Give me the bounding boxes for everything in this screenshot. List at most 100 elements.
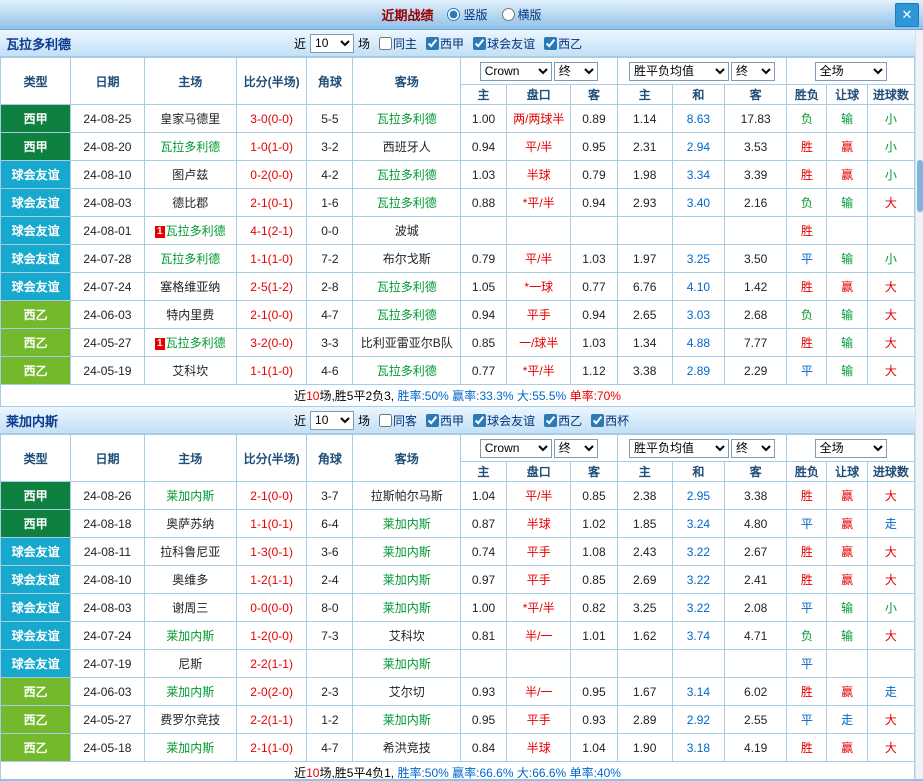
close-button[interactable]: ✕ bbox=[895, 3, 919, 27]
fullmatch-select[interactable]: 全场 bbox=[814, 438, 887, 458]
handicap: 半球 bbox=[506, 160, 572, 189]
avg-away: 2.68 bbox=[724, 300, 788, 329]
away-odds: 0.95 bbox=[570, 132, 618, 161]
league-filter-checkbox[interactable] bbox=[544, 36, 558, 50]
result: 平 bbox=[786, 705, 828, 734]
odds-company-select[interactable]: Crown bbox=[479, 61, 552, 81]
avg-header: 胜平负均值终 bbox=[616, 434, 788, 462]
avg-home: 2.69 bbox=[616, 565, 673, 594]
column-header: 主场 bbox=[143, 57, 238, 105]
goals-result: 大 bbox=[866, 356, 916, 385]
summary-part: 赢率:33.3% bbox=[448, 389, 514, 403]
venue-filter[interactable]: 同主 bbox=[379, 35, 417, 52]
goals-result: 大 bbox=[866, 621, 916, 650]
corners: 4-6 bbox=[306, 356, 354, 385]
home-team: 1 瓦拉多利德 bbox=[143, 216, 238, 245]
handicap-result: 输 bbox=[826, 593, 868, 622]
venue-filter-checkbox[interactable] bbox=[379, 413, 393, 427]
home-odds: 0.85 bbox=[459, 328, 508, 357]
match-date: 24-08-03 bbox=[70, 593, 145, 622]
summary-text: 近10场,胜5平2负3, 胜率:50% 赢率:33.3% 大:55.5% 单率:… bbox=[0, 384, 915, 407]
match-count-select[interactable]: 10 bbox=[310, 410, 355, 430]
league-badge: 西乙 bbox=[0, 356, 72, 385]
league-badge: 西乙 bbox=[0, 300, 72, 329]
odds-company-select[interactable]: Crown bbox=[479, 438, 552, 458]
league-filter[interactable]: 西杯 bbox=[591, 412, 629, 429]
avg-final-select[interactable]: 终 bbox=[730, 438, 775, 458]
avg-select[interactable]: 胜平负均值 bbox=[628, 438, 729, 458]
score: 0-0(0-0) bbox=[235, 593, 308, 622]
match-date: 24-08-20 bbox=[70, 132, 145, 161]
layout-radio-vertical[interactable]: 竖版 bbox=[447, 6, 488, 23]
sub-header: 盘口 bbox=[506, 84, 572, 105]
league-filter[interactable]: 西乙 bbox=[544, 412, 582, 429]
league-filter-checkbox[interactable] bbox=[426, 36, 440, 50]
scrollbar-track[interactable] bbox=[915, 30, 923, 781]
fullmatch-select[interactable]: 全场 bbox=[814, 61, 887, 81]
away-odds: 1.03 bbox=[570, 244, 618, 273]
league-badge: 球会友谊 bbox=[0, 188, 72, 217]
match-count-select[interactable]: 10 bbox=[310, 33, 355, 53]
score: 1-0(1-0) bbox=[235, 132, 308, 161]
summary-part: 单率:40% bbox=[566, 766, 621, 780]
handicap: *平/半 bbox=[506, 356, 572, 385]
odds-company-header: Crown 终 bbox=[459, 434, 618, 462]
corners: 0-0 bbox=[306, 216, 354, 245]
home-odds: 1.04 bbox=[459, 481, 508, 510]
corners: 6-4 bbox=[306, 509, 354, 538]
league-filter[interactable]: 球会友谊 bbox=[473, 412, 535, 429]
sub-header: 主 bbox=[616, 461, 673, 482]
goals-result: 小 bbox=[866, 244, 916, 273]
league-filter-checkbox[interactable] bbox=[591, 413, 605, 427]
league-filter-checkbox[interactable] bbox=[426, 413, 440, 427]
scrollbar-thumb[interactable] bbox=[917, 160, 923, 212]
corners bbox=[306, 649, 354, 678]
section-header-bar: 瓦拉多利德 近 10 场 同主 西甲 球会友谊 西乙 bbox=[0, 30, 915, 57]
league-badge: 球会友谊 bbox=[0, 565, 72, 594]
goals-result: 小 bbox=[866, 160, 916, 189]
handicap: 一/球半 bbox=[506, 328, 572, 357]
odds-final-select[interactable]: 终 bbox=[553, 438, 598, 458]
handicap: 平手 bbox=[506, 300, 572, 329]
avg-final-select[interactable]: 终 bbox=[730, 61, 775, 81]
corners: 3-6 bbox=[306, 537, 354, 566]
league-filter-checkbox[interactable] bbox=[473, 36, 487, 50]
result: 胜 bbox=[786, 160, 828, 189]
header-row-top: 类型 日期 主场 比分(半场) 角球 客场 Crown 终胜平负均值终全场 bbox=[0, 57, 915, 105]
avg-draw: 4.10 bbox=[671, 272, 726, 301]
avg-select[interactable]: 胜平负均值 bbox=[628, 61, 729, 81]
league-filter[interactable]: 西甲 bbox=[426, 412, 464, 429]
vertical-radio-input[interactable] bbox=[447, 8, 461, 21]
score: 2-1(0-1) bbox=[235, 188, 308, 217]
sub-header: 客 bbox=[724, 461, 788, 482]
avg-away: 4.71 bbox=[724, 621, 788, 650]
venue-filter-checkbox[interactable] bbox=[379, 36, 393, 50]
avg-draw: 2.95 bbox=[671, 481, 726, 510]
horizontal-radio-input[interactable] bbox=[501, 8, 515, 21]
column-header: 角球 bbox=[306, 434, 354, 482]
home-team: 费罗尔竞技 bbox=[143, 705, 238, 734]
home-odds: 0.93 bbox=[459, 677, 508, 706]
league-filter-label: 西杯 bbox=[605, 413, 630, 428]
league-filter-checkbox[interactable] bbox=[544, 413, 558, 427]
league-filter[interactable]: 球会友谊 bbox=[473, 35, 535, 52]
away-odds: 1.08 bbox=[570, 537, 618, 566]
home-team: 艾科坎 bbox=[143, 356, 238, 385]
match-row: 西乙 24-06-03 莱加内斯 2-0(2-0) 2-3 艾尔切 0.93 半/一 0.95 1… bbox=[0, 677, 916, 706]
layout-radio-horizontal[interactable]: 横版 bbox=[501, 6, 542, 23]
avg-away: 7.77 bbox=[724, 328, 788, 357]
home-team: 瓦拉多利德 bbox=[143, 132, 238, 161]
league-filter-checkbox[interactable] bbox=[473, 413, 487, 427]
handicap-result: 输 bbox=[826, 328, 868, 357]
sub-header: 进球数 bbox=[866, 84, 916, 105]
away-team: 瓦拉多利德 bbox=[352, 104, 461, 133]
away-team: 瓦拉多利德 bbox=[352, 160, 461, 189]
league-filter[interactable]: 西甲 bbox=[426, 35, 464, 52]
avg-draw: 3.74 bbox=[671, 621, 726, 650]
rank-badge: 1 bbox=[155, 338, 165, 350]
handicap: 平手 bbox=[506, 705, 572, 734]
venue-filter[interactable]: 同客 bbox=[379, 412, 417, 429]
league-filter[interactable]: 西乙 bbox=[544, 35, 582, 52]
odds-final-select[interactable]: 终 bbox=[553, 61, 598, 81]
column-header: 客场 bbox=[352, 57, 461, 105]
